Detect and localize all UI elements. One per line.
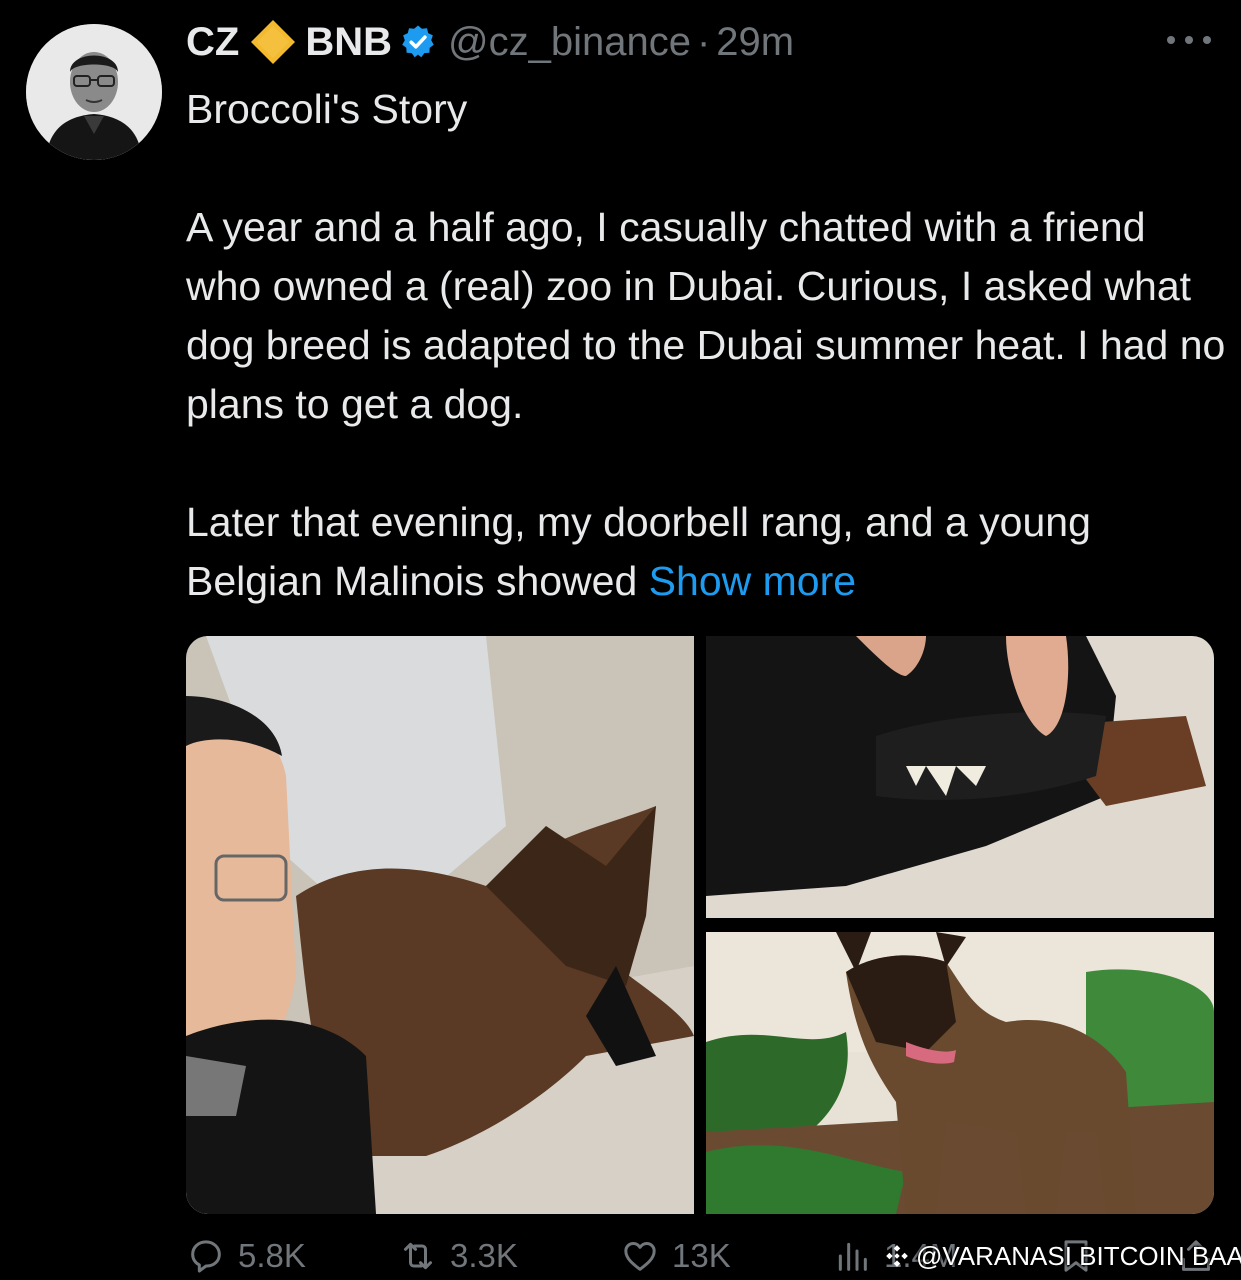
dog-garden-image xyxy=(706,932,1214,1214)
watermark: @VARANASI BITCOIN BAA... xyxy=(884,1236,1241,1276)
header-separator: · xyxy=(696,19,711,64)
tweet-paragraph: A year and a half ago, I casually chatte… xyxy=(186,204,1226,427)
tweet-timestamp[interactable]: 29m xyxy=(716,20,794,65)
photo-dog-standing-in-garden[interactable] xyxy=(706,932,1214,1214)
more-dot xyxy=(1185,36,1193,44)
verified-icon[interactable] xyxy=(400,24,436,60)
media-grid xyxy=(186,636,1214,1214)
like-icon xyxy=(624,1242,656,1271)
photo-dog-teeth-closeup[interactable] xyxy=(706,636,1214,918)
show-more-link[interactable]: Show more xyxy=(649,558,856,604)
tweet-paragraph: Later that evening, my doorbell rang, an… xyxy=(186,493,1226,611)
like-button[interactable]: 13K xyxy=(620,1236,731,1276)
avatar[interactable] xyxy=(26,24,162,160)
repost-count: 3.3K xyxy=(450,1237,518,1274)
more-dot xyxy=(1203,36,1211,44)
avatar-photo xyxy=(26,24,162,160)
photo-selfie-with-dog[interactable] xyxy=(186,636,694,1214)
binance-logo-icon xyxy=(886,1245,908,1267)
tweet-text: Broccoli's Story A year and a half ago, … xyxy=(186,80,1226,611)
bnb-diamond-icon xyxy=(251,20,296,64)
repost-button[interactable]: 3.3K xyxy=(398,1236,518,1276)
author-handle[interactable]: @cz_binance xyxy=(448,20,691,65)
more-icon[interactable] xyxy=(1167,30,1211,50)
watermark-text: @VARANASI BITCOIN BAA... xyxy=(916,1240,1241,1271)
author-name[interactable]: CZ xyxy=(186,20,239,65)
tweet-header: CZ BNB @cz_binance · 29m xyxy=(186,14,794,70)
more-dot xyxy=(1167,36,1175,44)
tweet-paragraph-text: Later that evening, my doorbell rang, an… xyxy=(186,499,1091,604)
views-icon xyxy=(838,1242,867,1271)
affiliate-label[interactable]: BNB xyxy=(305,20,392,65)
reply-count: 5.8K xyxy=(238,1237,306,1274)
reply-icon xyxy=(191,1240,221,1273)
dog-closeup-image xyxy=(706,636,1214,918)
selfie-image xyxy=(186,636,694,1214)
tweet-title: Broccoli's Story xyxy=(186,86,468,132)
retweet-icon xyxy=(404,1242,432,1270)
like-count: 13K xyxy=(672,1237,731,1274)
reply-button[interactable]: 5.8K xyxy=(186,1236,306,1276)
